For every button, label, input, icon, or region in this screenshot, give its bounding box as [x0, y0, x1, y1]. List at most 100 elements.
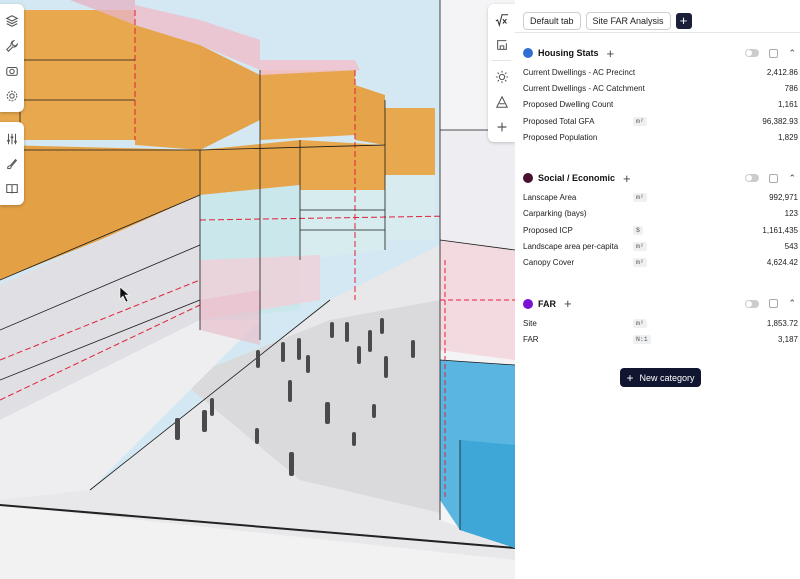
metric-value: 2,412.86	[766, 67, 798, 77]
category-header: FAR + ⌃	[523, 293, 800, 315]
unit-badge: m²	[633, 116, 647, 126]
grid-view-icon[interactable]	[488, 32, 515, 57]
add-tab-button[interactable]: +	[675, 12, 692, 29]
metric-label: Canopy Cover	[523, 258, 575, 268]
metric-label: Current Dwellings - AC Catchment	[523, 83, 645, 93]
category-controls: ⌃	[745, 298, 800, 309]
metric-label: Proposed ICP	[523, 225, 573, 235]
metric-unit: m²	[633, 318, 693, 328]
building-massing-scene[interactable]	[0, 0, 515, 579]
book-icon[interactable]	[0, 176, 24, 201]
category-checkbox[interactable]	[769, 48, 779, 58]
add-metric-button[interactable]: +	[623, 172, 631, 185]
category-color-dot	[523, 173, 533, 184]
view-toolbar	[488, 4, 515, 142]
divider	[515, 32, 800, 33]
metric-value: 1,161	[777, 100, 798, 110]
metric-value: 1,853.72	[766, 318, 798, 328]
left-toolbar-group-secondary	[0, 122, 24, 205]
add-metric-button[interactable]: +	[564, 297, 572, 310]
plus-icon: +	[626, 370, 634, 385]
3d-viewport[interactable]	[0, 0, 515, 579]
unit-badge: m²	[633, 193, 647, 203]
layers-icon[interactable]	[0, 8, 24, 33]
visibility-toggle[interactable]	[745, 299, 760, 308]
formula-icon[interactable]	[488, 7, 515, 32]
metric-value: 96,382.93	[762, 116, 798, 126]
metric-label: FAR	[523, 334, 539, 344]
unit-badge: N:1	[633, 334, 651, 344]
wrench-icon[interactable]	[0, 33, 24, 58]
unit-badge: m²	[633, 242, 647, 252]
category-header: Housing Stats + ⌃	[523, 42, 800, 64]
new-category-label: New category	[639, 372, 695, 383]
metric-label: Proposed Population	[523, 132, 598, 142]
collapse-caret-icon[interactable]: ⌃	[788, 173, 796, 184]
metric-unit: $	[633, 225, 693, 235]
metric-row[interactable]: Proposed ICP $ 1,161,435	[523, 222, 800, 238]
metric-unit: m²	[633, 116, 693, 126]
sliders-icon[interactable]	[0, 126, 24, 151]
metric-row[interactable]: Proposed Total GFA m² 96,382.93	[523, 113, 800, 129]
metric-label: Carparking (bays)	[523, 209, 587, 219]
unit-badge: $	[633, 225, 643, 235]
analysis-panel: Default tab Site FAR Analysis + Housing …	[515, 0, 800, 579]
collapse-caret-icon[interactable]: ⌃	[788, 298, 796, 309]
category-color-dot	[523, 298, 533, 309]
plus-icon[interactable]	[488, 114, 515, 139]
metric-value: 1,829	[777, 132, 798, 142]
metric-row[interactable]: Proposed Dwelling Count 1,161	[523, 97, 800, 113]
metric-row[interactable]: Current Dwellings - AC Catchment 786	[523, 80, 800, 96]
category-color-dot	[523, 48, 533, 58]
camera-icon[interactable]	[0, 58, 24, 83]
add-metric-button[interactable]: +	[607, 47, 615, 60]
metric-row[interactable]: Proposed Population 1,829	[523, 129, 800, 145]
category-controls: ⌃	[745, 173, 800, 184]
metric-row[interactable]: Canopy Cover m² 4,624.42	[523, 255, 800, 271]
sun-icon[interactable]	[488, 64, 515, 89]
metric-row[interactable]: Current Dwellings - AC Precinct 2,412.86	[523, 64, 800, 80]
category-title: Housing Stats	[538, 48, 599, 58]
metric-value: 1,161,435	[762, 225, 798, 235]
metric-value: 786	[784, 83, 798, 93]
category-header: Social / Economic + ⌃	[523, 167, 800, 189]
unit-badge: m²	[633, 258, 647, 268]
category-title: Social / Economic	[538, 173, 616, 184]
visibility-toggle[interactable]	[745, 174, 760, 183]
tab-default[interactable]: Default tab	[523, 11, 581, 30]
brush-icon[interactable]	[0, 151, 24, 176]
metric-value: 123	[784, 209, 798, 219]
new-category-button[interactable]: + New category	[620, 368, 701, 387]
unit-badge: m²	[633, 318, 647, 328]
category-social-economic: Social / Economic + ⌃ Lanscape Area m² 9…	[515, 167, 800, 270]
category-checkbox[interactable]	[769, 173, 779, 183]
metric-row[interactable]: Carparking (bays) 123	[523, 206, 800, 222]
left-toolbar-group-primary	[0, 4, 24, 112]
metric-label: Lanscape Area	[523, 193, 577, 203]
metric-row[interactable]: FAR N:1 3,187	[523, 331, 800, 347]
metric-label: Current Dwellings - AC Precinct	[523, 67, 636, 77]
triangle-icon[interactable]	[488, 89, 515, 114]
category-housing-stats: Housing Stats + ⌃ Current Dwellings - AC…	[515, 42, 800, 145]
metric-label: Landscape area per-capita	[523, 242, 619, 252]
metric-value: 3,187	[777, 334, 798, 344]
metric-value: 992,971	[769, 193, 798, 203]
tab-site-far-analysis[interactable]: Site FAR Analysis	[585, 11, 671, 30]
category-far: FAR + ⌃ Site m² 1,853.72 FAR N:1 3,187	[515, 293, 800, 348]
metric-unit: N:1	[633, 334, 693, 344]
metric-row[interactable]: Site m² 1,853.72	[523, 315, 800, 331]
category-controls: ⌃	[745, 48, 800, 59]
metric-label: Proposed Dwelling Count	[523, 100, 614, 110]
category-checkbox[interactable]	[769, 299, 779, 309]
collapse-caret-icon[interactable]: ⌃	[788, 48, 796, 59]
metric-row[interactable]: Landscape area per-capita m² 543	[523, 238, 800, 254]
tab-bar: Default tab Site FAR Analysis +	[515, 0, 800, 31]
category-title: FAR	[538, 298, 556, 309]
metric-row[interactable]: Lanscape Area m² 992,971	[523, 189, 800, 205]
settings-icon[interactable]	[0, 83, 24, 108]
visibility-toggle[interactable]	[745, 49, 760, 57]
metric-unit: m²	[633, 258, 693, 268]
left-toolbar	[0, 4, 24, 215]
metric-unit: m²	[633, 193, 693, 203]
metric-label: Site	[523, 318, 537, 328]
